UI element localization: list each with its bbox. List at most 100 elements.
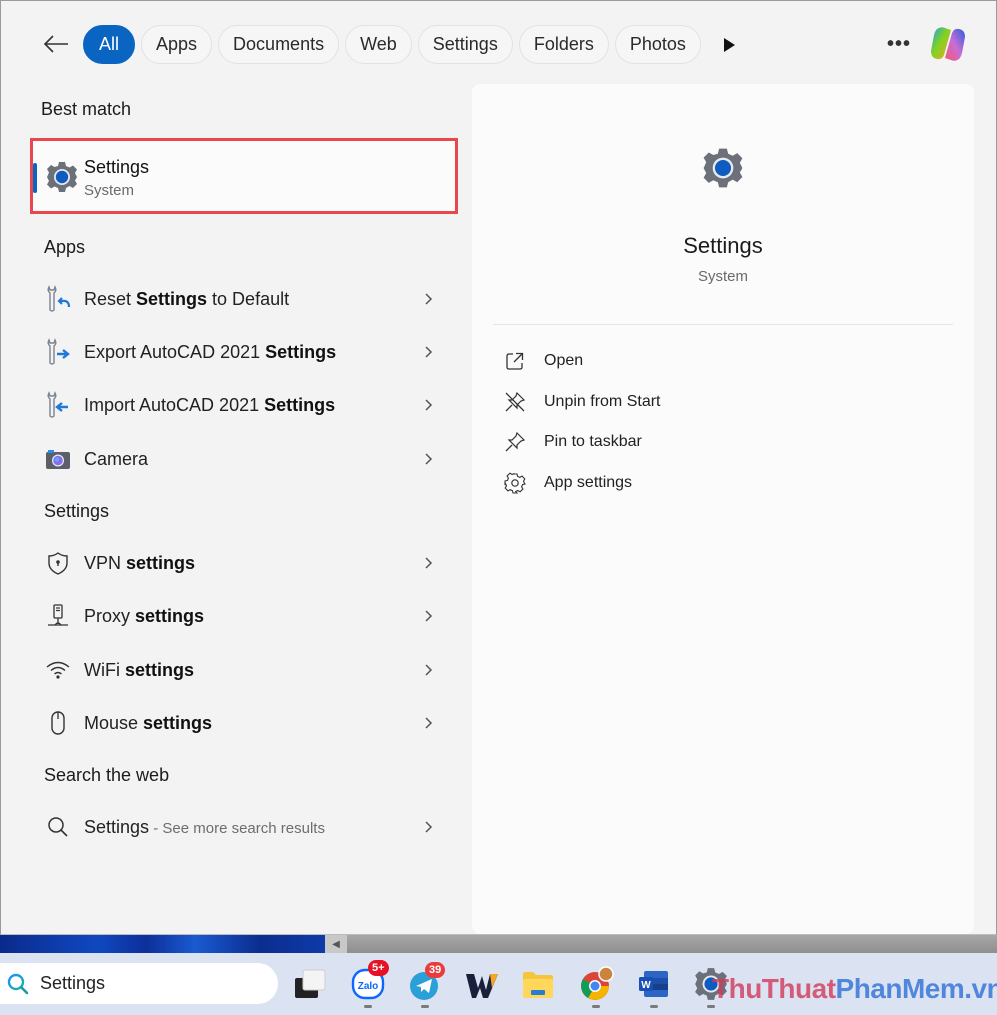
app-result-label: Export AutoCAD 2021 Settings <box>84 341 337 362</box>
chevron-right-icon <box>425 717 433 729</box>
taskbar-app-chrome[interactable] <box>578 966 614 1002</box>
settings-heading: Settings <box>44 501 110 521</box>
copilot-button[interactable] <box>927 25 969 63</box>
wrench-export-icon <box>43 337 73 367</box>
setting-result-label: Mouse settings <box>84 712 213 733</box>
chevron-right-icon <box>425 293 433 305</box>
running-indicator <box>650 1005 658 1008</box>
more-filters-button[interactable] <box>719 34 739 56</box>
more-options-button[interactable]: ••• <box>885 31 913 57</box>
wifi-icon <box>43 655 73 685</box>
app-result-export-autocad[interactable]: Export AutoCAD 2021 Settings <box>37 330 447 374</box>
search-icon <box>43 812 73 842</box>
chevron-right-icon <box>425 453 433 465</box>
filter-chip-all[interactable]: All <box>83 25 136 64</box>
settings-gear-icon <box>703 148 743 188</box>
setting-result-label: VPN settings <box>84 552 196 573</box>
filter-chip-web[interactable]: Web <box>345 25 412 64</box>
setting-result-label: WiFi settings <box>84 659 194 680</box>
app-result-import-autocad[interactable]: Import AutoCAD 2021 Settings <box>37 383 447 427</box>
filter-chips: All Apps Documents Web Settings Folders … <box>83 25 701 64</box>
desktop-strip: ◀ <box>0 935 997 953</box>
running-indicator <box>421 1005 429 1008</box>
action-open[interactable]: Open <box>502 345 802 377</box>
preview-app-name: Settings <box>683 233 763 258</box>
desktop-wallpaper <box>0 935 325 953</box>
back-button[interactable] <box>39 29 73 59</box>
unpin-icon <box>502 389 528 415</box>
gear-outline-icon <box>502 470 528 496</box>
folder-icon <box>523 972 553 998</box>
divider <box>493 324 953 325</box>
word-icon: W <box>639 971 668 997</box>
taskbar-app-word[interactable]: W <box>636 966 672 1002</box>
horizontal-scrollbar[interactable]: ◀ <box>325 935 997 953</box>
setting-result-vpn[interactable]: VPN settings <box>37 541 447 585</box>
chevron-right-icon <box>425 610 433 622</box>
taskbar-app-w[interactable] <box>464 966 500 1002</box>
chevron-right-icon <box>425 399 433 411</box>
filter-chip-folders[interactable]: Folders <box>518 25 609 64</box>
action-pin-to-taskbar[interactable]: Pin to taskbar <box>502 426 802 458</box>
chevron-right-icon <box>425 557 433 569</box>
filter-chip-settings[interactable]: Settings <box>417 25 513 64</box>
notification-badge: 39 <box>425 962 446 978</box>
filter-chip-photos[interactable]: Photos <box>614 25 701 64</box>
selection-indicator <box>33 163 37 193</box>
app-result-reset-settings[interactable]: Reset Settings to Default <box>37 277 447 321</box>
filter-chip-apps[interactable]: Apps <box>141 25 213 64</box>
results-list: Best match Settings System Apps Reset Se… <box>1 81 471 936</box>
best-match-title: Settings <box>84 157 150 177</box>
action-unpin-from-start[interactable]: Unpin from Start <box>502 386 802 418</box>
wrench-import-icon <box>43 390 73 420</box>
camera-icon <box>43 444 73 474</box>
app-result-label: Camera <box>84 448 149 469</box>
proxy-icon <box>43 601 73 631</box>
app-result-camera[interactable]: Camera <box>37 437 447 481</box>
settings-gear-icon <box>47 162 77 192</box>
running-indicator <box>364 1005 372 1008</box>
app-result-label: Import AutoCAD 2021 Settings <box>84 394 336 415</box>
chrome-icon <box>581 966 614 1000</box>
task-view-icon <box>295 969 326 998</box>
running-indicator <box>592 1005 600 1008</box>
play-triangle-icon <box>724 38 735 52</box>
watermark: ThuThuatPhanMem.vn <box>712 973 997 1004</box>
setting-result-wifi[interactable]: WiFi settings <box>37 648 447 692</box>
filter-bar: All Apps Documents Web Settings Folders … <box>1 1 996 81</box>
mouse-icon <box>43 708 73 738</box>
copilot-icon <box>931 27 965 61</box>
best-match-result[interactable]: Settings System <box>30 138 458 214</box>
pin-icon <box>502 429 528 455</box>
chevron-right-icon <box>425 664 433 676</box>
best-match-heading: Best match <box>41 99 132 119</box>
action-label: App settings <box>544 474 633 491</box>
web-search-result[interactable]: Settings - See more search results <box>37 805 447 849</box>
search-window: All Apps Documents Web Settings Folders … <box>0 0 997 935</box>
chevron-right-icon <box>425 821 433 833</box>
search-input-value: Settings <box>40 973 106 993</box>
setting-result-label: Proxy settings <box>84 605 205 626</box>
taskbar-app-file-explorer[interactable] <box>520 966 556 1002</box>
apps-heading: Apps <box>44 237 86 257</box>
taskbar-app-telegram[interactable]: 39 <box>407 962 446 1002</box>
filter-chip-documents[interactable]: Documents <box>218 25 340 64</box>
search-web-heading: Search the web <box>44 765 170 785</box>
preview-app-type: System <box>697 268 748 285</box>
action-label: Unpin from Start <box>544 393 661 410</box>
w-app-icon <box>466 974 498 998</box>
action-label: Pin to taskbar <box>544 433 642 450</box>
action-label: Open <box>544 352 584 369</box>
action-app-settings[interactable]: App settings <box>502 467 802 499</box>
setting-result-mouse[interactable]: Mouse settings <box>37 701 447 745</box>
taskbar-app-task-view[interactable] <box>292 966 328 1002</box>
web-search-label: Settings - See more search results <box>84 816 325 837</box>
taskbar-search-input[interactable]: Settings <box>0 963 278 1004</box>
search-icon <box>7 973 29 994</box>
chevron-right-icon <box>425 346 433 358</box>
setting-result-proxy[interactable]: Proxy settings <box>37 594 447 638</box>
scroll-left-arrow-icon[interactable]: ◀ <box>325 935 347 953</box>
taskbar-app-zalo[interactable]: Zalo 5+ <box>350 960 389 1002</box>
wrench-reset-icon <box>43 284 73 314</box>
notification-badge: 5+ <box>368 960 389 976</box>
